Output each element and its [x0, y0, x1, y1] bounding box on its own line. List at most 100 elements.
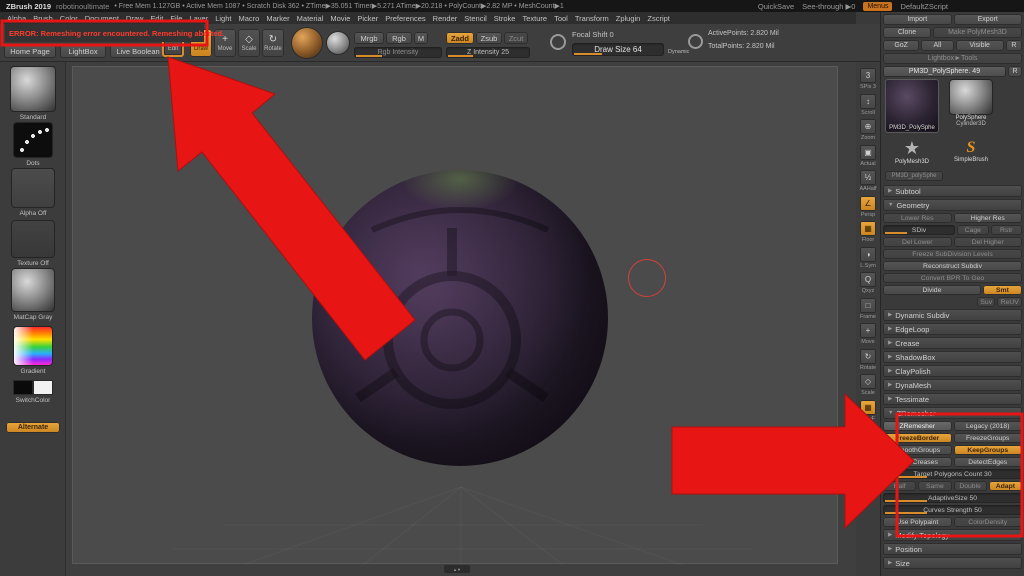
menu-movie[interactable]: Movie: [330, 14, 350, 23]
default-zscript-button[interactable]: DefaultZScript: [900, 2, 948, 11]
freeze-subdivision-button[interactable]: Freeze SubDivision Levels: [883, 249, 1022, 259]
import-button[interactable]: Import: [883, 14, 952, 25]
same-button[interactable]: Same: [918, 481, 951, 491]
active-tool-thumbnail[interactable]: PM3D_PolySphe: [885, 79, 939, 133]
switch-color[interactable]: SwitchColor: [5, 380, 61, 404]
menu-tool[interactable]: Tool: [554, 14, 568, 23]
section-size[interactable]: ▶Size: [883, 557, 1022, 569]
section-shadowbox[interactable]: ▶ShadowBox: [883, 351, 1022, 363]
detect-edges-toggle[interactable]: DetectEdges: [954, 457, 1023, 467]
keep-creases-toggle[interactable]: KeepCreases: [883, 457, 952, 467]
zsub-button[interactable]: Zsub: [476, 32, 502, 44]
quicksave-button[interactable]: QuickSave: [758, 2, 794, 11]
shelf-item-floor[interactable]: ▦Floor: [860, 221, 876, 243]
shelf-item-zoom[interactable]: ⊕Zoom: [860, 119, 876, 141]
menu-texture[interactable]: Texture: [522, 14, 547, 23]
smooth-groups-toggle[interactable]: SmoothGroups: [883, 445, 952, 455]
recent-tool-bar[interactable]: PM3D_polySphe: [885, 171, 943, 181]
freeze-border-toggle[interactable]: FreezeBorder: [883, 433, 952, 443]
active-tool-bar[interactable]: PM3D_PolySphere. 49: [883, 66, 1006, 77]
menu-document[interactable]: Document: [85, 14, 119, 23]
model-sphere[interactable]: [312, 170, 608, 466]
alternate-button[interactable]: Alternate: [6, 422, 60, 433]
mrgb-button[interactable]: Mrgb: [354, 32, 384, 44]
color-density-button[interactable]: ColorDensity: [954, 517, 1023, 527]
higher-res-button[interactable]: Higher Res: [954, 213, 1023, 223]
rotate-mode-button[interactable]: ↻ Rotate: [262, 29, 284, 57]
secondary-color-swatch[interactable]: [33, 380, 53, 395]
scale-mode-button[interactable]: ◇ Scale: [238, 29, 260, 57]
adaptive-size-slider[interactable]: AdaptiveSize 50: [883, 493, 1022, 503]
menu-transform[interactable]: Transform: [575, 14, 609, 23]
export-button[interactable]: Export: [954, 14, 1023, 25]
cylinder3d-label[interactable]: Cylinder3D: [947, 121, 995, 127]
section-subtool[interactable]: ▶Subtool: [883, 185, 1022, 197]
adapt-toggle[interactable]: Adapt: [989, 481, 1022, 491]
reconstruct-subdiv-button[interactable]: Reconstruct Subdiv: [883, 261, 1022, 271]
menu-picker[interactable]: Picker: [357, 14, 378, 23]
section-edgeloop[interactable]: ▶EdgeLoop: [883, 323, 1022, 335]
divide-button[interactable]: Divide: [883, 285, 981, 295]
lightbox-button[interactable]: LightBox: [60, 45, 106, 58]
menu-color[interactable]: Color: [60, 14, 78, 23]
make-polymesh3d-button[interactable]: Make PolyMesh3D: [933, 27, 1022, 38]
freeze-groups-toggle[interactable]: FreezeGroups: [954, 433, 1023, 443]
texture-selector[interactable]: Texture Off: [5, 220, 61, 267]
draw-size-slider[interactable]: Draw Size 64: [572, 43, 664, 56]
primary-color-swatch[interactable]: [13, 380, 33, 395]
menu-zscript[interactable]: Zscript: [647, 14, 670, 23]
shelf-item-ghost[interactable]: ○Ghost: [860, 451, 876, 473]
section-geometry[interactable]: ▼Geometry: [883, 199, 1022, 211]
menu-draw[interactable]: Draw: [126, 14, 144, 23]
section-zremesher[interactable]: ▼ZRemesher: [883, 407, 1022, 419]
polysphere-tool[interactable]: PolySphere Cylinder3D: [947, 79, 995, 127]
cage-button[interactable]: Cage: [957, 225, 989, 235]
shelf-item-aahalf[interactable]: ½AAHalf: [859, 170, 876, 192]
section-position[interactable]: ▶Position: [883, 543, 1022, 555]
goz-all-button[interactable]: All: [921, 40, 953, 51]
menu-stroke[interactable]: Stroke: [494, 14, 516, 23]
legacy-2018-button[interactable]: Legacy (2018): [954, 421, 1023, 431]
color-picker[interactable]: Gradient: [5, 326, 61, 375]
menu-render[interactable]: Render: [433, 14, 458, 23]
shelf-item-spix[interactable]: 3SPix 3: [860, 68, 876, 90]
rgb-button[interactable]: Rgb: [386, 32, 412, 44]
menu-alpha[interactable]: Alpha: [7, 14, 26, 23]
menu-brush[interactable]: Brush: [33, 14, 53, 23]
active-tool-r-button[interactable]: R: [1008, 66, 1022, 77]
menu-marker[interactable]: Marker: [266, 14, 289, 23]
section-modify-topology[interactable]: ▶Modify Topology: [883, 529, 1022, 541]
rgb-intensity-slider[interactable]: Rgb Intensity: [354, 47, 442, 58]
sdiv-slider[interactable]: SDiv: [883, 225, 955, 235]
menu-layer[interactable]: Layer: [189, 14, 208, 23]
stroke-selector[interactable]: Dots: [5, 122, 61, 167]
z-intensity-slider[interactable]: Z Intensity 25: [446, 47, 530, 58]
shelf-item-qxyz[interactable]: QQxyz: [860, 272, 876, 294]
shelf-item-scroll[interactable]: ↕Scroll: [860, 94, 876, 116]
goz-visible-button[interactable]: Visible: [956, 40, 1004, 51]
shelf-item-rotate[interactable]: ↻Rotate: [860, 349, 876, 371]
home-page-button[interactable]: Home Page: [4, 45, 56, 58]
target-polygons-slider[interactable]: Target Polygons Count 30: [883, 469, 1022, 479]
reuv-button[interactable]: ReUV: [997, 297, 1022, 307]
rstr-button[interactable]: Rstr: [991, 225, 1023, 235]
shelf-item-persp[interactable]: ∠Persp: [860, 196, 876, 218]
smt-toggle[interactable]: Smt: [983, 285, 1022, 295]
menu-light[interactable]: Light: [215, 14, 231, 23]
focal-shift-slider[interactable]: Focal Shift 0: [572, 30, 614, 39]
menu-preferences[interactable]: Preferences: [385, 14, 425, 23]
menu-macro[interactable]: Macro: [238, 14, 259, 23]
zremesher-button[interactable]: ZRemesher: [883, 421, 952, 431]
shelf-item-move[interactable]: +Move: [860, 323, 876, 345]
section-crease[interactable]: ▶Crease: [883, 337, 1022, 349]
canvas-scroll-handle[interactable]: ▲▼: [444, 565, 470, 573]
use-polypaint-toggle[interactable]: Use Polypaint: [883, 517, 952, 527]
convert-bpr-button[interactable]: Convert BPR To Geo: [883, 273, 1022, 283]
shelf-item-lsym[interactable]: ◑L.Sym: [860, 247, 876, 269]
keep-groups-toggle[interactable]: KeepGroups: [954, 445, 1023, 455]
live-boolean-button[interactable]: Live Boolean: [110, 45, 166, 58]
del-lower-button[interactable]: Del Lower: [883, 237, 952, 247]
goz-r-button[interactable]: R: [1006, 40, 1022, 51]
menu-material[interactable]: Material: [297, 14, 324, 23]
shelf-item-frame[interactable]: □Frame: [860, 298, 876, 320]
